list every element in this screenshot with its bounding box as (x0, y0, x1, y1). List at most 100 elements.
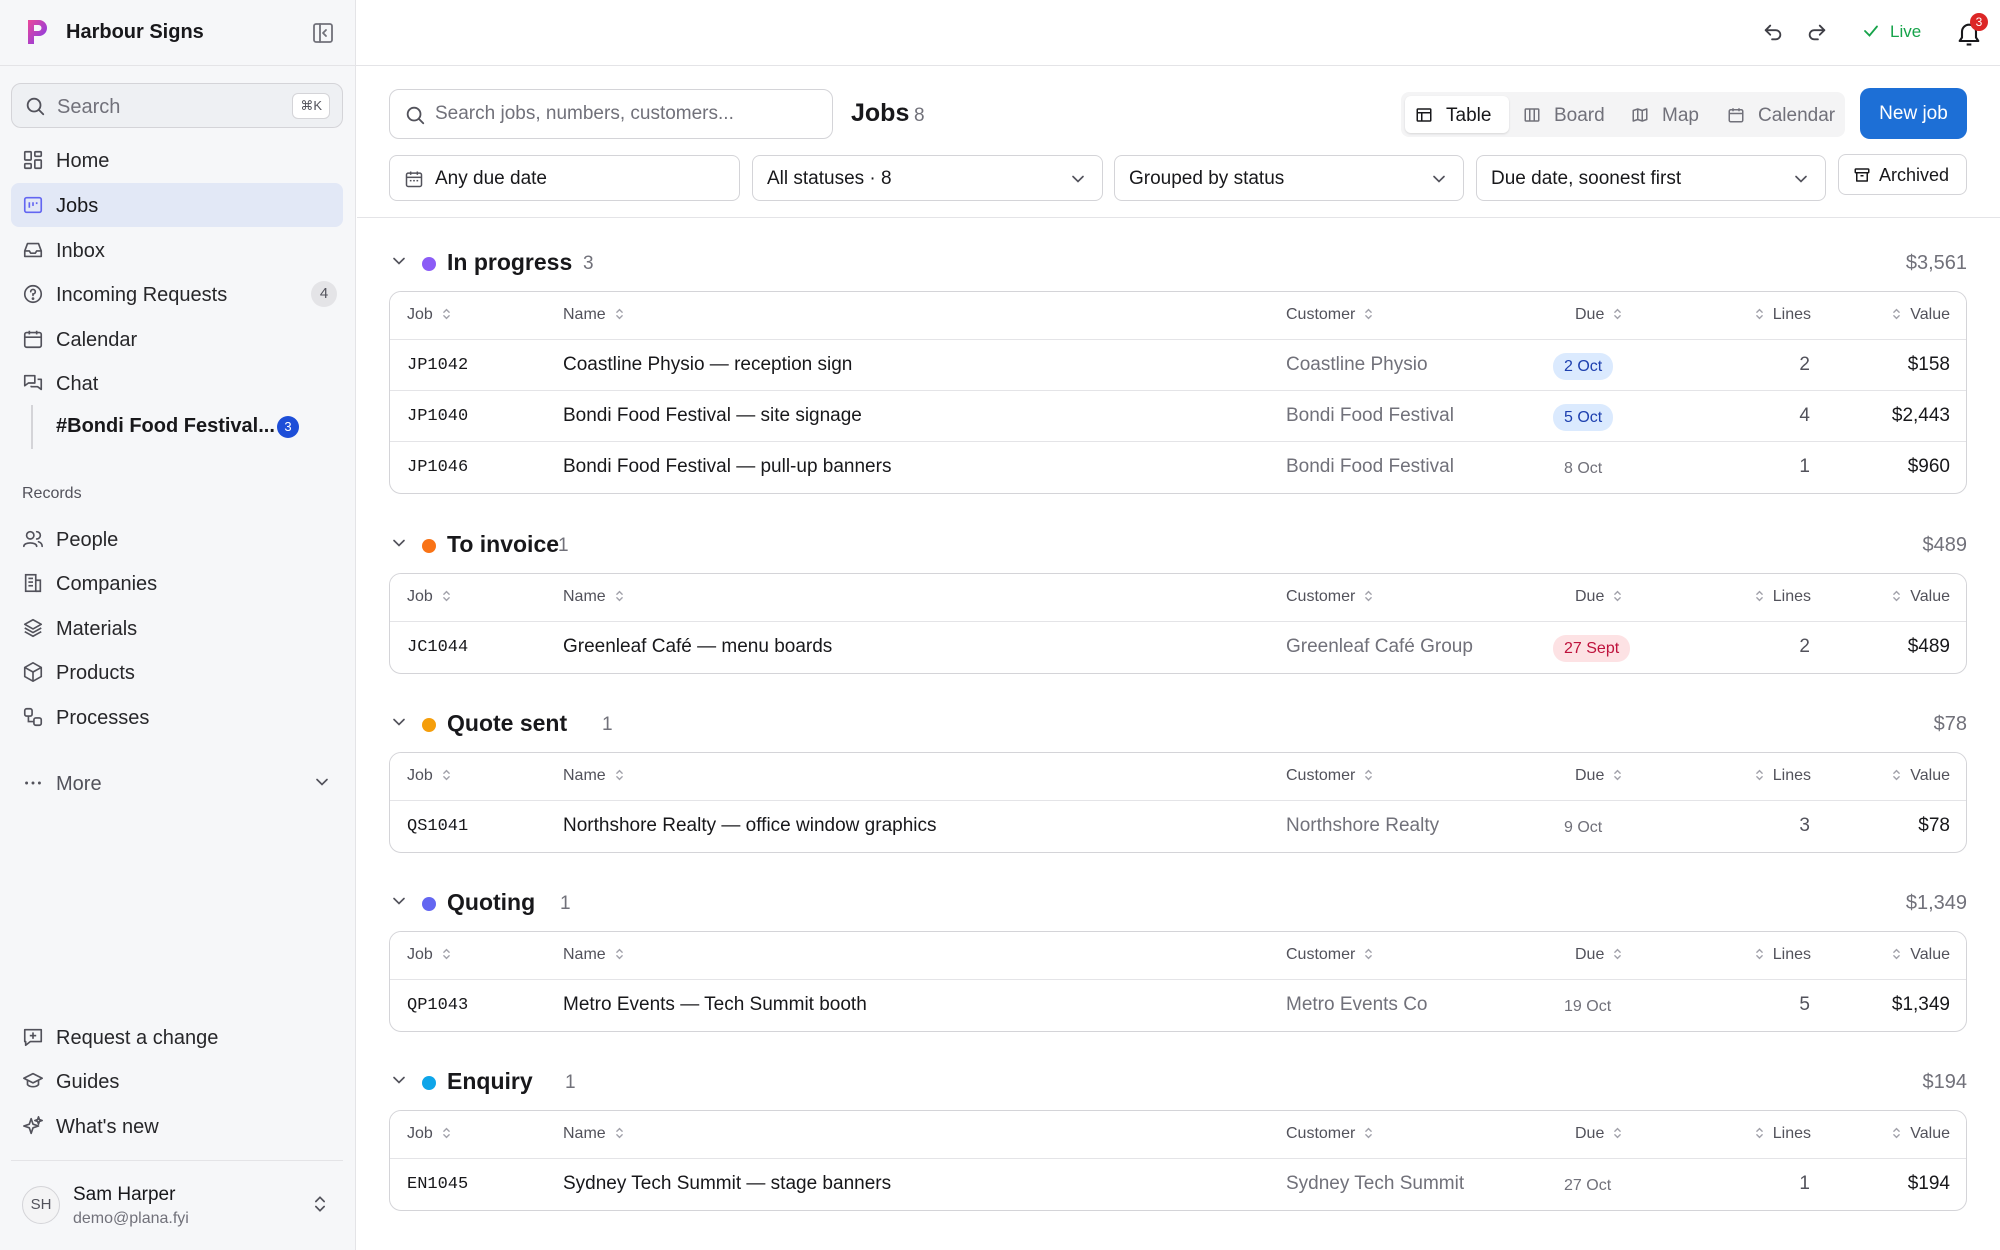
nav-home[interactable]: Home (11, 138, 343, 182)
sort-icon (1612, 307, 1623, 321)
group-total: $194 (1922, 1071, 1968, 1093)
chevron-down-icon[interactable] (389, 533, 409, 553)
nav-products[interactable]: Products (11, 650, 343, 694)
user-name: Sam Harper (73, 1184, 176, 1205)
app-logo-icon (28, 20, 47, 44)
chevrons-up-down-icon[interactable] (310, 1193, 330, 1215)
table-row[interactable]: JP1040 Bondi Food Festival — site signage… (390, 391, 1966, 442)
column-header-name[interactable]: Name (563, 1125, 625, 1143)
column-header-value[interactable]: Value (1891, 946, 1950, 964)
collapse-sidebar-icon[interactable] (311, 21, 335, 45)
column-header-job[interactable]: Job (407, 946, 452, 964)
table-row[interactable]: QP1043 Metro Events — Tech Summit booth Me… (390, 980, 1966, 1031)
chevron-down-icon[interactable] (389, 891, 409, 911)
column-header-lines[interactable]: Lines (1754, 946, 1811, 964)
sidebar-search[interactable]: Search ⌘K (11, 83, 343, 128)
sort-icon (614, 589, 625, 603)
chevron-down-icon (316, 778, 328, 786)
jobs-table: Job Name Customer Due Lines Value QS1041 Norths… (389, 752, 1967, 853)
column-header-value[interactable]: Value (1891, 1125, 1950, 1143)
nav-label: Materials (56, 618, 138, 640)
nav-processes[interactable]: Processes (11, 695, 343, 739)
group-count: 1 (602, 714, 613, 735)
nav-materials[interactable]: Materials (11, 606, 343, 650)
nav-whats-new[interactable]: What's new (11, 1104, 343, 1148)
customer-name: Coastline Physio (1286, 354, 1428, 375)
nav-label: More (56, 773, 102, 795)
chat-thread-line (31, 405, 33, 449)
group-header[interactable]: To invoice 1 $489 (389, 524, 1967, 566)
column-header-customer[interactable]: Customer (1286, 946, 1374, 964)
nav-incoming-requests[interactable]: Incoming Requests 4 (11, 272, 343, 316)
column-header-customer[interactable]: Customer (1286, 1125, 1374, 1143)
group-header[interactable]: In progress 3 $3,561 (389, 242, 1967, 284)
group-header[interactable]: Quoting 1 $1,349 (389, 882, 1967, 924)
table-row[interactable]: QS1041 Northshore Realty — office window … (390, 801, 1966, 852)
group-header[interactable]: Enquiry 1 $194 (389, 1061, 1967, 1103)
due-date-badge: 27 Sept (1553, 635, 1631, 662)
nav-calendar[interactable]: Calendar (11, 317, 343, 361)
column-header-value[interactable]: Value (1891, 306, 1950, 324)
job-groups: In progress 3 $3,561 Job Name Customer Due Line… (389, 0, 1967, 1250)
nav-jobs[interactable]: Jobs (11, 183, 343, 227)
table-row[interactable]: JP1046 Bondi Food Festival — pull-up bann… (390, 442, 1966, 493)
nav-request-change[interactable]: Request a change (11, 1015, 343, 1059)
column-header-customer[interactable]: Customer (1286, 588, 1374, 606)
status-group: Enquiry 1 $194 Job Name Customer Due Lines Value… (389, 1061, 1967, 1211)
column-header-lines[interactable]: Lines (1754, 767, 1811, 785)
table-row[interactable]: EN1045 Sydney Tech Summit — stage banners… (390, 1159, 1966, 1210)
jobs-icon (23, 196, 43, 214)
column-header-due[interactable]: Due (1575, 306, 1623, 324)
nav-companies[interactable]: Companies (11, 561, 343, 605)
column-header-due[interactable]: Due (1575, 946, 1623, 964)
group-header[interactable]: Quote sent 1 $78 (389, 703, 1967, 745)
line-count: 5 (1799, 994, 1810, 1015)
table-row[interactable]: JC1044 Greenleaf Café — menu boards Greenl… (390, 622, 1966, 673)
sidebar: Harbour Signs Search ⌘K Home Jobs Inbox … (0, 0, 356, 1250)
sort-icon (1891, 589, 1902, 603)
column-header-due[interactable]: Due (1575, 588, 1623, 606)
group-name: In progress (447, 249, 573, 275)
group-name: To invoice (447, 531, 560, 557)
sidebar-header: Harbour Signs (0, 0, 355, 66)
column-header-job[interactable]: Job (407, 1125, 452, 1143)
avatar: SH (22, 1186, 60, 1224)
sidebar-search-label: Search (57, 96, 121, 118)
status-dot (422, 1076, 436, 1090)
nav-label: Inbox (56, 240, 105, 262)
chevron-down-icon[interactable] (389, 1070, 409, 1090)
sort-icon (1754, 307, 1765, 321)
column-header-due[interactable]: Due (1575, 767, 1623, 785)
column-header-job[interactable]: Job (407, 767, 452, 785)
chevron-down-icon[interactable] (389, 712, 409, 732)
nav-more[interactable]: More (11, 761, 343, 805)
column-header-due[interactable]: Due (1575, 1125, 1623, 1143)
column-header-job[interactable]: Job (407, 588, 452, 606)
column-header-name[interactable]: Name (563, 306, 625, 324)
nav-guides[interactable]: Guides (11, 1059, 343, 1103)
column-header-lines[interactable]: Lines (1754, 1125, 1811, 1143)
chevron-down-icon[interactable] (389, 251, 409, 271)
sort-icon (1754, 589, 1765, 603)
status-dot (422, 257, 436, 271)
sort-icon (1363, 1126, 1374, 1140)
column-header-customer[interactable]: Customer (1286, 767, 1374, 785)
column-header-name[interactable]: Name (563, 767, 625, 785)
column-header-lines[interactable]: Lines (1754, 588, 1811, 606)
group-count: 1 (558, 535, 569, 556)
people-icon (23, 530, 43, 548)
table-row[interactable]: JP1042 Coastline Physio — reception sign C… (390, 340, 1966, 391)
nav-people[interactable]: People (11, 517, 343, 561)
nav-chat[interactable]: Chat (11, 361, 343, 405)
job-name: Sydney Tech Summit — stage banners (563, 1173, 892, 1194)
chat-channel-item[interactable]: #Bondi Food Festival... (56, 415, 275, 438)
column-header-value[interactable]: Value (1891, 588, 1950, 606)
column-header-job[interactable]: Job (407, 306, 452, 324)
column-header-customer[interactable]: Customer (1286, 306, 1374, 324)
column-header-lines[interactable]: Lines (1754, 306, 1811, 324)
status-dot (422, 718, 436, 732)
column-header-name[interactable]: Name (563, 946, 625, 964)
nav-inbox[interactable]: Inbox (11, 228, 343, 272)
column-header-value[interactable]: Value (1891, 767, 1950, 785)
column-header-name[interactable]: Name (563, 588, 625, 606)
